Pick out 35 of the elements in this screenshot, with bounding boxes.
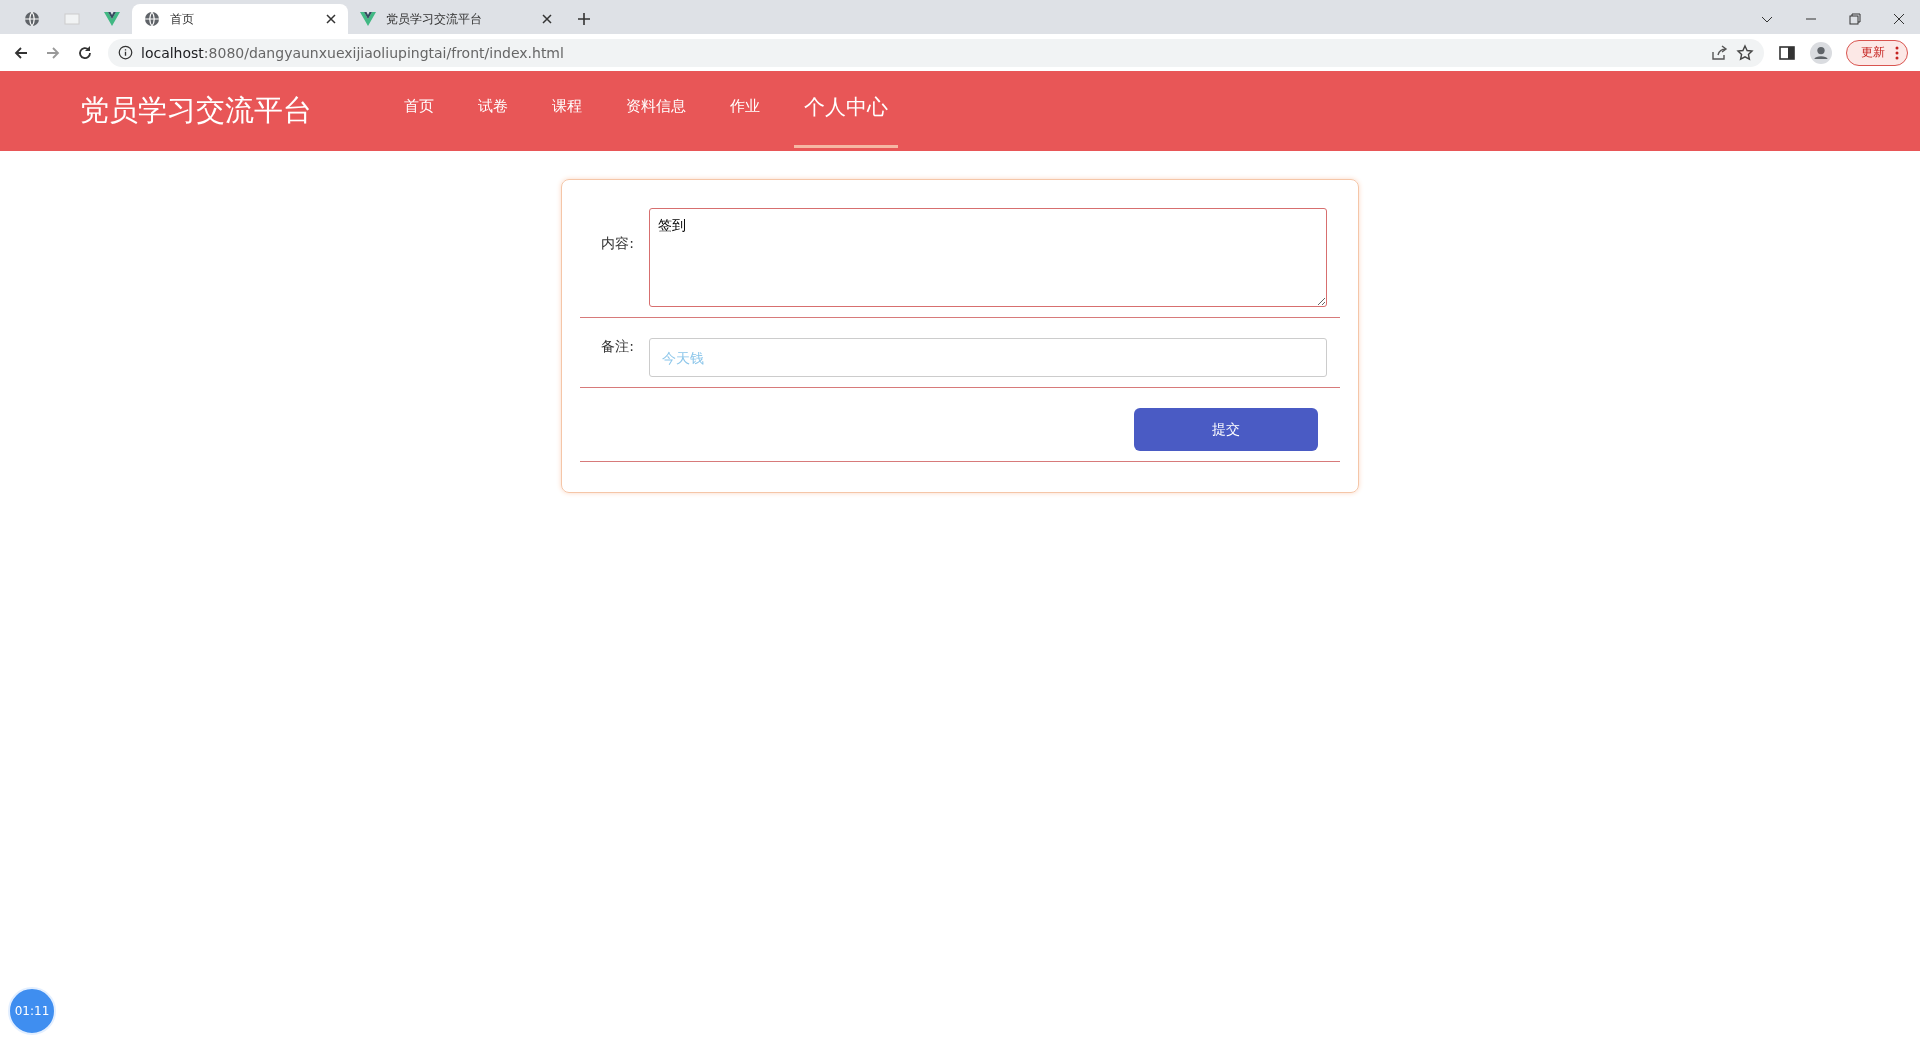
nav-link[interactable]: 试卷 — [456, 68, 530, 148]
update-button[interactable]: 更新 — [1846, 39, 1908, 66]
timer-badge: 01:11 — [8, 987, 56, 1035]
info-icon[interactable] — [118, 45, 133, 60]
star-icon[interactable] — [1736, 43, 1754, 62]
v-logo-icon — [104, 11, 120, 27]
remark-input[interactable]: 今天钱 — [649, 338, 1327, 377]
globe-icon — [144, 11, 160, 27]
blank-page-icon — [64, 11, 80, 27]
nav-link[interactable]: 首页 — [382, 68, 456, 148]
share-icon[interactable] — [1710, 43, 1728, 62]
url-text: localhost:8080/dangyaunxuexijiaoliupingtai/front/index.html — [141, 44, 564, 61]
close-icon[interactable] — [1892, 12, 1906, 26]
profile-icon[interactable] — [1810, 41, 1832, 64]
address-bar[interactable]: localhost:8080/dangyaunxuexijiaoliupingtai/front/index.html — [108, 38, 1764, 67]
field-label: 内容: — [600, 235, 635, 253]
nav-link[interactable]: 资料信息 — [604, 68, 708, 148]
site-logo: 党员学习交流平台 — [80, 92, 312, 129]
tab-title: 党员学习交流平台 — [386, 10, 482, 28]
nav-link[interactable]: 个人中心 — [794, 68, 898, 148]
restore-icon[interactable] — [1848, 12, 1862, 26]
close-tab-icon[interactable] — [542, 14, 552, 24]
side-panel-icon[interactable] — [1778, 43, 1796, 62]
submit-button[interactable]: 提交 — [1134, 408, 1318, 451]
browser-tab[interactable]: 首页 — [132, 4, 348, 34]
v-logo-icon — [360, 11, 376, 27]
tab-title: 首页 — [170, 10, 194, 28]
close-tab-icon[interactable] — [326, 14, 336, 24]
more-icon[interactable] — [1895, 45, 1899, 60]
field-label: 备注: — [600, 338, 635, 356]
browser-tab[interactable]: 党员学习交流平台 — [348, 4, 564, 34]
globe-icon — [24, 11, 40, 27]
nav-link[interactable]: 作业 — [708, 68, 782, 148]
nav-link[interactable]: 课程 — [530, 68, 604, 148]
content-textarea[interactable]: 签到 — [649, 208, 1327, 307]
